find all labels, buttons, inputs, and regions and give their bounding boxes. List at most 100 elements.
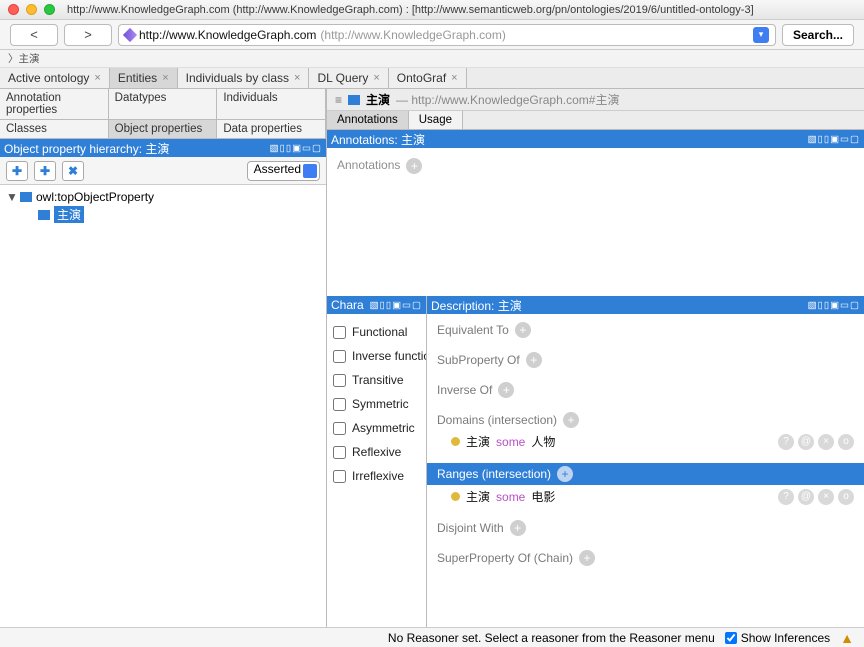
description-panel: Description: 主演 ▧▯▯▣▭▢ Equivalent To + Su… <box>427 296 864 627</box>
asserted-select[interactable]: Asserted <box>247 161 320 181</box>
add-disjoint-button[interactable]: + <box>510 520 526 536</box>
check-asymmetric[interactable]: Asymmetric <box>331 416 422 440</box>
close-icon[interactable]: × <box>373 72 379 84</box>
back-button[interactable]: < <box>10 24 58 46</box>
tab-ontograf[interactable]: OntoGraf× <box>389 68 467 88</box>
tab-datatypes[interactable]: Datatypes <box>109 89 218 119</box>
annotate-icon[interactable]: @ <box>798 434 814 450</box>
help-icon[interactable]: ? <box>778 434 794 450</box>
delete-icon[interactable]: × <box>818 489 834 505</box>
class-icon <box>451 492 460 501</box>
uri-dropdown-icon[interactable]: ▾ <box>753 27 769 43</box>
ontology-icon <box>123 27 137 41</box>
domain-expression[interactable]: 主演 some 人物 ? @ × o <box>437 430 854 453</box>
tree-item-selected[interactable]: 主演 <box>6 205 320 224</box>
reasoner-status: No Reasoner set. Select a reasoner from … <box>388 631 715 645</box>
warning-icon[interactable]: ▲ <box>840 630 854 646</box>
entity-tabs-row1: Annotation properties Datatypes Individu… <box>0 89 326 120</box>
close-icon[interactable]: × <box>294 72 300 84</box>
add-chain-button[interactable]: + <box>579 550 595 566</box>
tab-classes[interactable]: Classes <box>0 120 109 138</box>
add-inverse-button[interactable]: + <box>498 382 514 398</box>
range-expression[interactable]: 主演 some 电影 ? @ × o <box>437 485 854 508</box>
tab-individuals[interactable]: Individuals <box>217 89 326 119</box>
characteristics-header: Chara ▧▯▯▣▭▢ <box>327 296 426 314</box>
zoom-icon[interactable] <box>44 4 55 15</box>
tab-annotation-properties[interactable]: Annotation properties <box>0 89 109 119</box>
entity-uri: — http://www.KnowledgeGraph.com#主演 <box>396 91 619 108</box>
add-domain-button[interactable]: + <box>563 412 579 428</box>
hierarchy-panel-header: Object property hierarchy: 主演 ▧▯▯▣▭▢ <box>0 139 326 157</box>
add-equivalent-button[interactable]: + <box>515 322 531 338</box>
tab-annotations[interactable]: Annotations <box>327 111 409 129</box>
view-tabs: Active ontology× Entities× Individuals b… <box>0 68 864 89</box>
check-inverse-functional[interactable]: Inverse functional <box>331 344 422 368</box>
ontology-uri-field[interactable]: http://www.KnowledgeGraph.com (http://ww… <box>118 24 776 46</box>
add-sibling-button[interactable]: ✚ <box>6 161 28 181</box>
tree-label: owl:topObjectProperty <box>36 190 154 204</box>
delete-icon[interactable]: × <box>818 434 834 450</box>
detail-tabs: Annotations Usage <box>327 111 864 130</box>
tab-entities[interactable]: Entities× <box>110 68 178 88</box>
annotate-icon[interactable]: @ <box>798 489 814 505</box>
close-icon[interactable] <box>8 4 19 15</box>
show-inferences-toggle[interactable]: Show Inferences <box>725 631 830 645</box>
check-symmetric[interactable]: Symmetric <box>331 392 422 416</box>
tab-dl-query[interactable]: DL Query× <box>309 68 388 88</box>
tab-object-properties[interactable]: Object properties <box>109 120 218 138</box>
minimize-icon[interactable] <box>26 4 37 15</box>
panel-header-icons[interactable]: ▧▯▯▣▭▢ <box>370 300 422 311</box>
entity-name: 主演 <box>366 91 390 108</box>
tab-active-ontology[interactable]: Active ontology× <box>0 68 110 88</box>
tab-data-properties[interactable]: Data properties <box>217 120 326 138</box>
search-button[interactable]: Search... <box>782 24 854 46</box>
breadcrumb: 〉主演 <box>0 50 864 68</box>
tab-usage[interactable]: Usage <box>409 111 463 129</box>
edit-icon[interactable]: o <box>838 434 854 450</box>
help-icon[interactable]: ? <box>778 489 794 505</box>
panel-header-icons[interactable]: ▧▯▯▣▭▢ <box>808 134 860 145</box>
forward-button[interactable]: > <box>64 24 112 46</box>
check-reflexive[interactable]: Reflexive <box>331 440 422 464</box>
row-actions: ? @ × o <box>778 489 854 505</box>
check-irreflexive[interactable]: Irreflexive <box>331 464 422 488</box>
entity-header: ≡ 主演 — http://www.KnowledgeGraph.com#主演 <box>327 89 864 111</box>
close-icon[interactable]: × <box>451 72 457 84</box>
uri-faded: (http://www.KnowledgeGraph.com) <box>320 28 505 42</box>
menu-icon[interactable]: ≡ <box>335 93 342 107</box>
description-header: Description: 主演 ▧▯▯▣▭▢ <box>427 296 864 314</box>
tab-individuals-by-class[interactable]: Individuals by class× <box>178 68 310 88</box>
entity-tabs-row2: Classes Object properties Data propertie… <box>0 120 326 139</box>
left-pane: Annotation properties Datatypes Individu… <box>0 89 327 627</box>
panel-header-icons[interactable]: ▧▯▯▣▭▢ <box>808 300 860 311</box>
annotations-panel-header: Annotations: 主演 ▧▯▯▣▭▢ <box>327 130 864 148</box>
tree-toolbar: ✚ ✚ ✖ Asserted <box>0 157 326 185</box>
add-subproperty-button[interactable]: + <box>526 352 542 368</box>
close-icon[interactable]: × <box>94 72 100 84</box>
edit-icon[interactable]: o <box>838 489 854 505</box>
close-icon[interactable]: × <box>162 72 168 84</box>
disclosure-icon[interactable]: ▼ <box>6 190 16 204</box>
section-superproperty-chain: SuperProperty Of (Chain) <box>437 551 573 565</box>
section-subproperty-of: SubProperty Of <box>437 353 520 367</box>
annotations-label: Annotations <box>337 158 400 172</box>
add-child-button[interactable]: ✚ <box>34 161 56 181</box>
toolbar: < > http://www.KnowledgeGraph.com (http:… <box>0 20 864 50</box>
tree-root[interactable]: ▼ owl:topObjectProperty <box>6 189 320 205</box>
window-titlebar: http://www.KnowledgeGraph.com (http://ww… <box>0 0 864 20</box>
add-range-button[interactable]: + <box>557 466 573 482</box>
add-annotation-button[interactable]: + <box>406 158 422 174</box>
panel-header-icons[interactable]: ▧▯▯▣▭▢ <box>270 143 322 154</box>
check-functional[interactable]: Functional <box>331 320 422 344</box>
property-tree[interactable]: ▼ owl:topObjectProperty 主演 <box>0 185 326 627</box>
check-transitive[interactable]: Transitive <box>331 368 422 392</box>
window-controls <box>8 4 55 15</box>
delete-button[interactable]: ✖ <box>62 161 84 181</box>
right-pane: ≡ 主演 — http://www.KnowledgeGraph.com#主演 … <box>327 89 864 627</box>
annotations-body: Annotations + <box>327 148 864 296</box>
section-equivalent-to: Equivalent To <box>437 323 509 337</box>
object-property-icon <box>20 192 32 202</box>
section-domains: Domains (intersection) <box>437 413 557 427</box>
object-property-icon <box>348 95 360 105</box>
window-title: http://www.KnowledgeGraph.com (http://ww… <box>67 4 754 16</box>
